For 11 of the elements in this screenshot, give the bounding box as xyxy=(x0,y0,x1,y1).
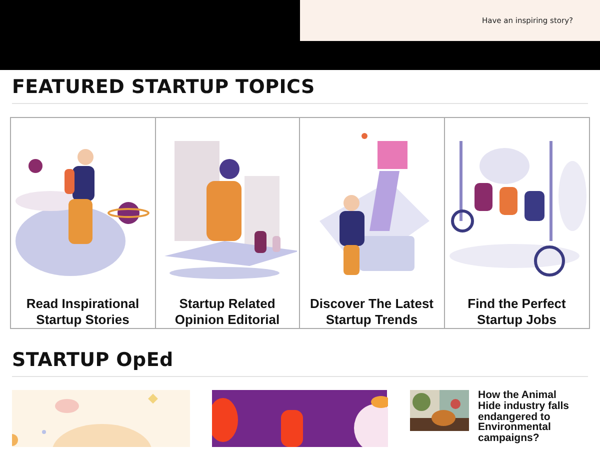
topic-card[interactable]: Read Inspirational Startup Stories xyxy=(11,118,156,328)
topic-card[interactable]: Find the Perfect Startup Jobs xyxy=(444,118,589,328)
card-title[interactable]: Find the Perfect Startup Jobs xyxy=(444,296,589,328)
section-heading: STARTUP OpEd xyxy=(12,349,588,377)
topic-card[interactable]: Discover The Latest Startup Trends xyxy=(300,118,444,328)
topic-card[interactable]: Startup Related Opinion Editorial xyxy=(156,118,300,328)
card-title[interactable]: Startup Related Opinion Editorial xyxy=(156,296,299,328)
card-title[interactable]: Discover The Latest Startup Trends xyxy=(300,296,444,328)
card-title[interactable]: Read Inspirational Startup Stories xyxy=(11,296,154,328)
section-heading: FEATURED STARTUP TOPICS xyxy=(12,76,588,104)
article-title[interactable]: How the Animal Hide industry falls endangered to Environmental campaigns? xyxy=(478,390,582,444)
